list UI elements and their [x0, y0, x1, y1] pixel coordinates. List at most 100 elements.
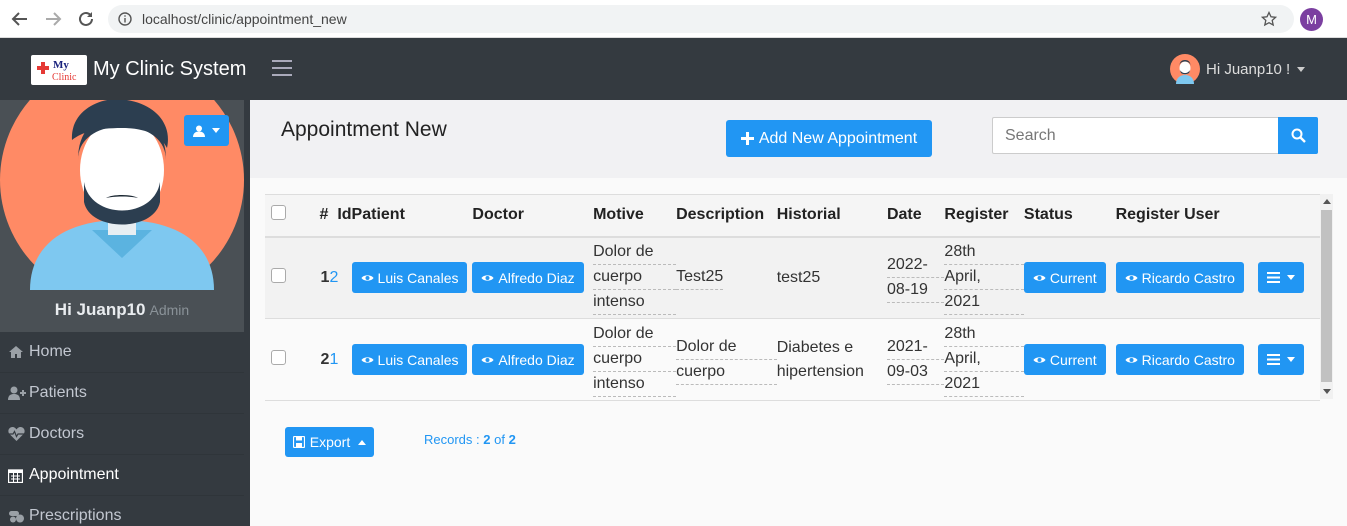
row-actions-button[interactable] [1258, 262, 1305, 294]
eye-icon [1125, 275, 1138, 281]
user-panel: Hi Juanp10 Admin [0, 100, 244, 332]
home-icon [8, 344, 27, 360]
caret-up-icon [358, 439, 367, 445]
sidebar-greeting: Hi Juanp10 Admin [0, 300, 244, 320]
address-bar[interactable]: localhost/clinic/appointment_new [108, 5, 1294, 33]
scrollbar-thumb[interactable] [1321, 210, 1332, 382]
sidebar-role: Admin [149, 302, 190, 318]
svg-text:Clinic: Clinic [52, 72, 77, 83]
eye-icon [481, 356, 494, 363]
eye-icon [1033, 275, 1046, 281]
sidebar-item-patients[interactable]: Patients [0, 373, 244, 414]
reload-icon[interactable] [75, 8, 97, 30]
header-actions [1250, 194, 1320, 238]
sidebar-item-label: Prescriptions [29, 507, 122, 524]
sidebar-item-label: Patients [29, 384, 87, 401]
add-appointment-label: Add New Appointment [758, 129, 918, 147]
table-row: 2 1 Luis Canales Alfredo Diaz Dolor de cu… [265, 318, 1320, 401]
header-num: # [319, 206, 329, 224]
browser-profile-avatar[interactable]: M [1300, 8, 1323, 31]
doctor-button[interactable]: Alfredo Diaz [472, 344, 584, 375]
table-row: 1 2 Luis Canales Alfredo Diaz Dolor de cu… [265, 236, 1320, 319]
sidebar-item-home[interactable]: Home [0, 332, 244, 373]
row-checkbox[interactable] [271, 349, 286, 365]
patient-button[interactable]: Luis Canales [351, 262, 468, 294]
user-menu[interactable]: Hi Juanp10 ! [1170, 53, 1306, 85]
patient-name: Luis Canales [377, 351, 459, 368]
back-arrow-icon[interactable] [9, 8, 31, 30]
description-cell[interactable]: Dolor de cuerpo [676, 318, 777, 401]
register-user-button[interactable]: Ricardo Castro [1115, 262, 1244, 294]
header-historial[interactable]: Historial [776, 194, 887, 238]
records-prefix: Records : [424, 432, 484, 447]
chevron-down-icon [1297, 66, 1306, 72]
sidebar-item-prescriptions[interactable]: Prescriptions [0, 496, 244, 526]
patient-button[interactable]: Luis Canales [351, 344, 468, 375]
header-description[interactable]: Description [676, 194, 777, 238]
header-register[interactable]: Register [944, 194, 1024, 238]
bars-icon [1267, 272, 1281, 284]
description-line: cuerpo [676, 360, 777, 385]
forward-arrow-icon[interactable] [42, 8, 64, 30]
motive-cell[interactable]: Dolor de cuerpo intenso [593, 318, 677, 401]
header-patient[interactable]: Patient [351, 194, 473, 238]
register-line: April, [944, 265, 1024, 291]
header-date[interactable]: Date [886, 194, 945, 238]
calendar-icon [8, 467, 27, 483]
date-line: 09-03 [886, 360, 945, 385]
header-motive[interactable]: Motive [593, 194, 677, 238]
chevron-down-icon [1287, 275, 1296, 281]
app-header: My Clinic My Clinic System Hi Juanp10 ! [0, 38, 1347, 100]
user-options-button[interactable] [184, 115, 229, 146]
motive-line: intenso [593, 372, 677, 397]
description-cell[interactable]: Test25 [676, 236, 777, 319]
svg-text:My: My [53, 59, 69, 71]
scroll-up-icon[interactable] [1323, 199, 1331, 204]
table-scrollbar[interactable] [1320, 194, 1333, 399]
header-register-user[interactable]: Register User [1115, 194, 1251, 238]
search-button[interactable] [1278, 117, 1318, 154]
doctor-button[interactable]: Alfredo Diaz [472, 262, 584, 294]
sidebar-item-doctors[interactable]: Doctors [0, 414, 244, 455]
historial-cell[interactable]: test25 [776, 236, 887, 319]
app-title[interactable]: My Clinic System [93, 58, 246, 81]
status-button[interactable]: Current [1023, 344, 1106, 375]
add-appointment-button[interactable]: Add New Appointment [726, 120, 932, 157]
date-cell[interactable]: 2021- 09-03 [886, 318, 945, 401]
sidebar-item-appointment[interactable]: Appointment [0, 455, 244, 496]
row-actions-button[interactable] [1258, 344, 1305, 375]
records-count: Records : 2 of 2 [424, 432, 516, 447]
date-line: 08-19 [886, 278, 945, 303]
scroll-down-icon[interactable] [1323, 389, 1331, 394]
row-id-link[interactable]: 1 [329, 351, 338, 368]
status-button[interactable]: Current [1023, 262, 1106, 294]
motive-line: Dolor de [593, 322, 677, 347]
date-line: 2022- [886, 253, 945, 278]
historial-cell[interactable]: Diabetes e hipertension [776, 318, 887, 401]
row-checkbox[interactable] [271, 267, 286, 283]
table-header-row: # Id Patient Doctor Motive Description H… [265, 194, 1320, 238]
motive-cell[interactable]: Dolor de cuerpo intenso [593, 236, 677, 319]
register-cell[interactable]: 28th April, 2021 [944, 236, 1024, 319]
header-doctor[interactable]: Doctor [472, 194, 594, 238]
search-input[interactable] [992, 117, 1278, 154]
register-line: 2021 [944, 372, 1024, 397]
appointments-table-container: # Id Patient Doctor Motive Description H… [265, 194, 1333, 410]
records-total: 2 [508, 432, 516, 447]
motive-line: cuerpo [593, 265, 677, 291]
description-line: Dolor de [676, 335, 777, 360]
export-button[interactable]: Export [285, 427, 374, 457]
patient-name: Luis Canales [377, 269, 459, 286]
register-user-button[interactable]: Ricardo Castro [1115, 344, 1244, 375]
bookmark-star-icon[interactable] [1261, 11, 1277, 27]
register-cell[interactable]: 28th April, 2021 [944, 318, 1024, 401]
select-all-checkbox[interactable] [271, 205, 286, 221]
search-group [992, 117, 1318, 154]
user-avatar-icon [1170, 54, 1200, 84]
row-id-link[interactable]: 2 [329, 269, 338, 286]
date-cell[interactable]: 2022- 08-19 [886, 236, 945, 319]
menu-toggle-icon[interactable] [272, 60, 292, 78]
header-status[interactable]: Status [1023, 194, 1116, 238]
sidebar-menu: Home Patients Doctors Appointment Prescr… [0, 332, 244, 526]
sidebar-item-label: Doctors [29, 425, 85, 442]
